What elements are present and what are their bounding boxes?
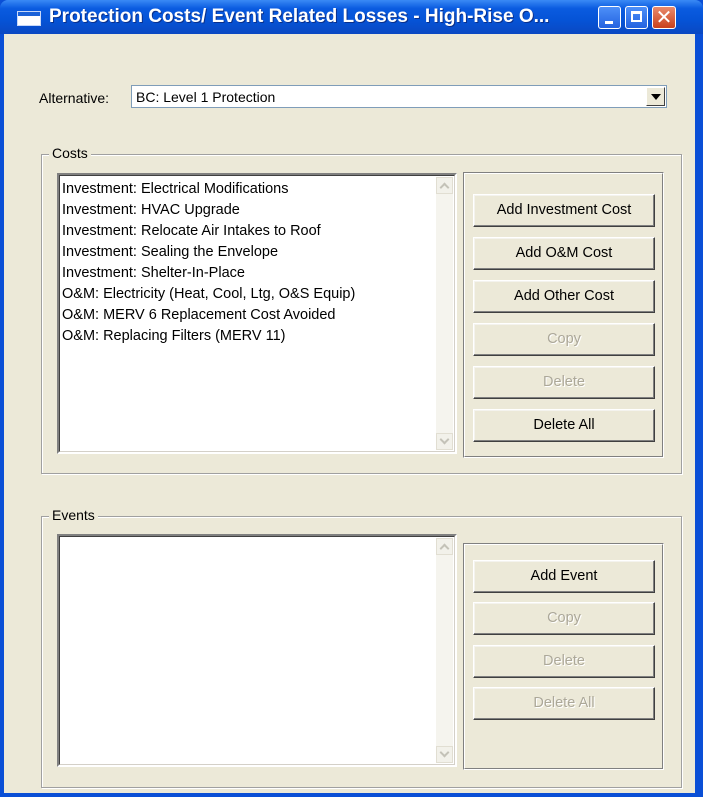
- title-bar[interactable]: Protection Costs/ Event Related Losses -…: [0, 0, 703, 34]
- alternative-value: BC: Level 1 Protection: [136, 89, 276, 105]
- close-icon: ✕: [655, 5, 673, 29]
- costs-listbox[interactable]: Investment: Electrical Modifications Inve…: [57, 173, 457, 454]
- chevron-up-icon: [439, 182, 450, 193]
- maximize-icon: [631, 11, 642, 22]
- events-listbox[interactable]: [57, 534, 457, 767]
- minimize-button[interactable]: [598, 6, 621, 29]
- chevron-down-icon: [651, 94, 661, 100]
- delete-event-button[interactable]: Delete: [473, 645, 655, 678]
- maximize-button[interactable]: [625, 6, 648, 29]
- costs-group-label: Costs: [49, 145, 91, 161]
- copy-event-button[interactable]: Copy: [473, 602, 655, 635]
- costs-scrollbar[interactable]: [436, 177, 453, 450]
- add-event-button[interactable]: Add Event: [473, 560, 655, 593]
- list-item[interactable]: Investment: Sealing the Envelope: [62, 242, 435, 263]
- delete-cost-button[interactable]: Delete: [473, 366, 655, 399]
- window-title: Protection Costs/ Event Related Losses -…: [49, 6, 550, 27]
- dialog-client-area: Alternative: BC: Level 1 Protection Cost…: [4, 34, 695, 793]
- costs-button-panel: Add Investment Cost Add O&M Cost Add Oth…: [463, 172, 664, 458]
- scroll-up-button[interactable]: [436, 177, 453, 194]
- add-investment-cost-button[interactable]: Add Investment Cost: [473, 194, 655, 227]
- close-button[interactable]: ✕: [652, 6, 676, 29]
- scroll-up-button[interactable]: [436, 538, 453, 555]
- list-item[interactable]: O&M: Replacing Filters (MERV 11): [62, 326, 435, 347]
- dialog-window: Protection Costs/ Event Related Losses -…: [0, 0, 703, 797]
- chevron-down-icon: [439, 747, 450, 758]
- events-button-panel: Add Event Copy Delete Delete All: [463, 543, 664, 770]
- add-om-cost-button[interactable]: Add O&M Cost: [473, 237, 655, 270]
- scroll-down-button[interactable]: [436, 433, 453, 450]
- window-icon: [17, 11, 41, 26]
- minimize-icon: [605, 21, 613, 24]
- chevron-up-icon: [439, 543, 450, 554]
- scroll-down-button[interactable]: [436, 746, 453, 763]
- list-item[interactable]: Investment: Shelter-In-Place: [62, 263, 435, 284]
- delete-all-events-button[interactable]: Delete All: [473, 687, 655, 720]
- list-item[interactable]: O&M: MERV 6 Replacement Cost Avoided: [62, 305, 435, 326]
- list-item[interactable]: Investment: Relocate Air Intakes to Roof: [62, 221, 435, 242]
- list-item[interactable]: Investment: HVAC Upgrade: [62, 200, 435, 221]
- alternative-label: Alternative:: [39, 90, 110, 106]
- list-item[interactable]: Investment: Electrical Modifications: [62, 179, 435, 200]
- events-scrollbar[interactable]: [436, 538, 453, 763]
- copy-cost-button[interactable]: Copy: [473, 323, 655, 356]
- chevron-down-icon: [439, 434, 450, 445]
- alternative-dropdown[interactable]: BC: Level 1 Protection: [131, 85, 667, 108]
- add-other-cost-button[interactable]: Add Other Cost: [473, 280, 655, 313]
- dropdown-button[interactable]: [646, 87, 665, 106]
- costs-list: Investment: Electrical Modifications Inve…: [62, 179, 435, 347]
- list-item[interactable]: O&M: Electricity (Heat, Cool, Ltg, O&S E…: [62, 284, 435, 305]
- events-group-label: Events: [49, 507, 98, 523]
- delete-all-costs-button[interactable]: Delete All: [473, 409, 655, 442]
